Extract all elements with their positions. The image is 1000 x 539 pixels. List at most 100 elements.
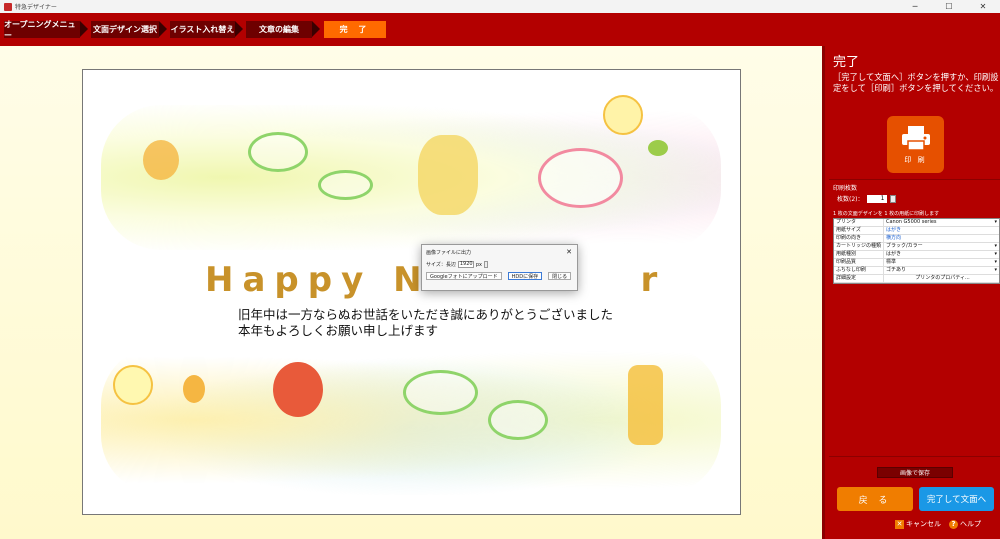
step-opening-menu[interactable]: オープニングメニュー xyxy=(4,20,80,40)
step-design-select[interactable]: 文面デザイン選択 xyxy=(91,21,159,38)
done-button[interactable]: 完了して文面へ xyxy=(919,487,994,511)
cloud-illustration xyxy=(403,370,478,415)
settings-row-borderless[interactable]: ふちなし印刷 ゴチあり ▾ xyxy=(834,267,999,275)
settings-row-quality[interactable]: 印刷品質 標準 ▾ xyxy=(834,259,999,267)
minimize-button[interactable]: ─ xyxy=(898,0,932,13)
print-button[interactable]: 印 刷 xyxy=(887,116,944,173)
greeting-line-1: 旧年中は一方ならぬお世話をいただき誠にありがとうございました xyxy=(238,307,614,322)
koma-illustration xyxy=(183,375,205,403)
hdd-save-button[interactable]: HDDに保存 xyxy=(507,272,543,280)
settings-row-printer[interactable]: プリンタ Canon G5000 series ▾ xyxy=(834,219,999,227)
app-icon xyxy=(4,2,12,11)
step-arrow-icon xyxy=(159,21,167,37)
settings-key: プリンタ xyxy=(834,219,884,226)
completion-panel: 完了 ［完了して文面へ］ボタンを押すか、印刷設定をして［印刷］ボタンを押してくだ… xyxy=(822,46,1000,539)
divider xyxy=(829,456,1000,457)
size-label: サイズ：長辺 xyxy=(426,262,456,268)
copies-input[interactable]: 1 xyxy=(866,194,887,203)
step-navigation: オープニングメニュー 文面デザイン選択 イラスト入れ替え 文章の編集 完 了 xyxy=(0,13,1000,46)
size-spinner[interactable] xyxy=(484,261,488,268)
chevron-down-icon: ▾ xyxy=(994,219,997,225)
chevron-down-icon: ▾ xyxy=(994,259,997,265)
settings-value: はがき xyxy=(886,227,902,233)
copies-row: 枚数(2)： 1 xyxy=(837,194,896,203)
dialog-header: 画像ファイルに出力 ✕ xyxy=(422,245,577,259)
window-titlebar: 特急デザイナー ─ ☐ ✕ xyxy=(0,0,1000,13)
greeting-text[interactable]: 旧年中は一方ならぬお世話をいただき誠にありがとうございました 本年もよろしくお願… xyxy=(238,307,613,339)
flower-illustration xyxy=(603,95,643,135)
chevron-down-icon: ▾ xyxy=(994,251,997,257)
panel-description: ［完了して文面へ］ボタンを押すか、印刷設定をして［印刷］ボタンを押してください。 xyxy=(833,72,999,93)
size-row: サイズ：長辺 1920 px xyxy=(422,259,577,270)
back-button[interactable]: 戻 る xyxy=(837,487,913,511)
cloud-illustration xyxy=(538,148,623,208)
close-button[interactable]: ✕ xyxy=(966,0,1000,13)
settings-value-text: はがき xyxy=(886,251,902,257)
step-illust-replace[interactable]: イラスト入れ替え xyxy=(170,21,235,38)
settings-value: Canon G5000 series ▾ xyxy=(884,219,999,226)
happy-text: Happy N xyxy=(205,260,431,300)
panel-title: 完了 xyxy=(833,55,860,70)
settings-row-paper-type[interactable]: 用紙種別 はがき ▾ xyxy=(834,251,999,259)
hagoita-illustration xyxy=(628,365,663,445)
settings-value-text: Canon G5000 series xyxy=(886,219,937,225)
cancel-link[interactable]: ✕ キャンセル xyxy=(895,519,941,529)
settings-row-orientation[interactable]: 印刷の向き 横方向 xyxy=(834,235,999,243)
chevron-down-icon: ▾ xyxy=(994,243,997,249)
settings-row-advanced[interactable]: 詳細設定 プリンタのプロパティ... xyxy=(834,275,999,283)
divider xyxy=(829,179,1000,180)
help-icon: ? xyxy=(949,519,958,529)
settings-row-cartridge[interactable]: カートリッジの種類 ブラック/カラー ▾ xyxy=(834,243,999,251)
settings-value-text: ゴチあり xyxy=(886,267,907,273)
cloud-illustration xyxy=(488,400,548,440)
dialog-buttons: Googleフォトにアップロード HDDに保存 閉じる xyxy=(422,272,577,280)
print-settings-table: プリンタ Canon G5000 series ▾ 用紙サイズ はがき 印刷の向き 横方… xyxy=(833,218,1000,284)
dialog-close-button[interactable]: 閉じる xyxy=(548,272,572,280)
save-image-button[interactable]: 画像で保存 xyxy=(877,467,953,478)
size-input[interactable]: 1920 xyxy=(457,261,474,268)
flower-illustration xyxy=(113,365,153,405)
step-arrow-icon xyxy=(312,21,320,37)
settings-value: 横方向 xyxy=(886,235,902,241)
ox-illustration xyxy=(418,135,478,215)
dialog-close-icon[interactable]: ✕ xyxy=(566,248,572,256)
settings-key: 詳細設定 xyxy=(834,275,884,282)
cloud-illustration xyxy=(318,170,373,200)
step-text-edit[interactable]: 文章の編集 xyxy=(246,21,312,38)
bird-illustration xyxy=(648,140,668,156)
greeting-line-2: 本年もよろしくお願い申し上げます xyxy=(238,323,439,338)
help-link[interactable]: ? ヘルプ xyxy=(949,519,981,529)
settings-key: 用紙種別 xyxy=(834,251,884,258)
settings-value: 標準 ▾ xyxy=(884,259,999,266)
chevron-down-icon: ▾ xyxy=(994,267,997,273)
size-unit: px xyxy=(475,261,482,268)
kagamimochi-illustration xyxy=(143,140,179,180)
settings-key: 用紙サイズ xyxy=(834,227,884,234)
settings-value: ブラック/カラー ▾ xyxy=(884,243,999,250)
cloud-illustration xyxy=(248,132,308,172)
google-upload-button[interactable]: Googleフォトにアップロード xyxy=(426,272,502,280)
maximize-button[interactable]: ☐ xyxy=(932,0,966,13)
printer-properties-button[interactable]: プリンタのプロパティ... xyxy=(884,275,999,282)
settings-key: 印刷品質 xyxy=(834,259,884,266)
postcard-preview[interactable]: Happy N r 旧年中は一方ならぬお世話をいただき誠にありがとうございました … xyxy=(82,69,741,515)
step-complete[interactable]: 完 了 xyxy=(324,21,386,38)
copies-title: 印刷枚数 xyxy=(833,185,858,192)
window-controls: ─ ☐ ✕ xyxy=(898,0,1000,13)
settings-note: 1 枚の文面デザインを 1 枚の用紙に印刷します xyxy=(833,211,940,217)
settings-value: ゴチあり ▾ xyxy=(884,267,999,274)
dialog-title: 画像ファイルに出力 xyxy=(426,249,472,256)
copies-spinner[interactable] xyxy=(889,194,896,203)
cancel-icon: ✕ xyxy=(895,519,904,529)
cancel-label: キャンセル xyxy=(906,520,941,528)
settings-value-text: 標準 xyxy=(886,259,897,265)
printer-icon xyxy=(901,126,930,151)
help-label: ヘルプ xyxy=(960,520,981,528)
settings-key: カートリッジの種類 xyxy=(834,243,884,250)
settings-row-paper-size[interactable]: 用紙サイズ はがき xyxy=(834,227,999,235)
settings-value: はがき ▾ xyxy=(884,251,999,258)
happy-text-tail: r xyxy=(640,260,667,300)
step-arrow-icon xyxy=(235,21,243,37)
window-title: 特急デザイナー xyxy=(15,4,57,11)
footer-links: ✕ キャンセル ? ヘルプ xyxy=(895,519,981,529)
